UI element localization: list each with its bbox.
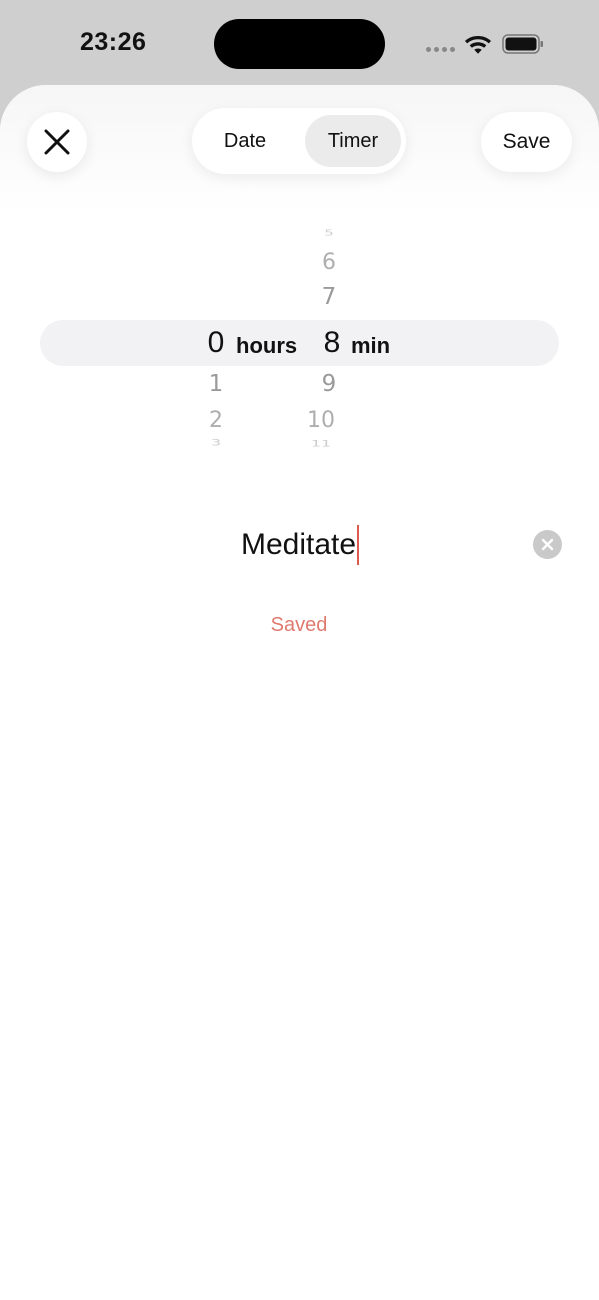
minutes-option[interactable]: 7 (299, 284, 359, 310)
status-bar: 23:26 (0, 0, 599, 88)
clear-text-button[interactable] (533, 530, 562, 559)
battery-icon (502, 34, 543, 54)
picker-selection-highlight (40, 320, 559, 366)
minutes-option[interactable]: 11 (291, 438, 351, 448)
close-icon (44, 129, 70, 155)
dynamic-island (214, 19, 385, 69)
wifi-icon (465, 36, 491, 54)
timer-title-value: Meditate (241, 525, 360, 566)
hours-unit-label: hours (236, 333, 298, 358)
timer-sheet: Date Timer Save 0 hours 1 2 3 5 6 7 8 mi… (0, 85, 599, 1300)
status-time: 23:26 (80, 28, 147, 56)
timer-title-input[interactable]: Meditate (100, 519, 500, 569)
tab-date[interactable]: Date (200, 115, 290, 167)
minutes-option[interactable]: 10 (291, 408, 351, 433)
hours-option[interactable]: 1 (186, 371, 246, 397)
hours-option[interactable]: 2 (186, 408, 246, 433)
tab-timer[interactable]: Timer (305, 115, 401, 167)
minutes-unit-label: min (351, 333, 391, 358)
mode-segmented-control: Date Timer (192, 108, 406, 174)
close-button[interactable] (27, 112, 87, 172)
minutes-option[interactable]: 5 (299, 229, 359, 238)
signal-dots-icon (426, 47, 455, 52)
minutes-option[interactable]: 6 (299, 250, 359, 275)
save-button[interactable]: Save (481, 112, 572, 172)
clear-icon (541, 538, 554, 551)
hours-option[interactable]: 3 (186, 437, 246, 447)
saved-status-text: Saved (270, 614, 328, 636)
minutes-option[interactable]: 9 (299, 371, 359, 397)
